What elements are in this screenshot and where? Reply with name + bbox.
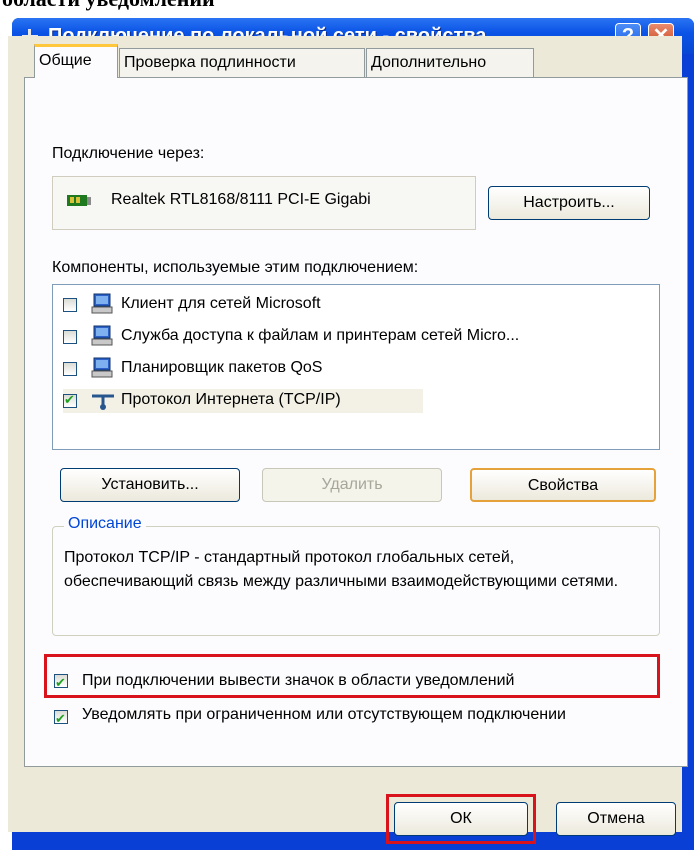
components-label: Компоненты, используемые этим подключени… [52,259,419,276]
network-service-icon [91,357,113,378]
properties-button[interactable]: Свойства [470,468,656,502]
tab-general[interactable]: Общие [34,44,118,78]
tab-authentication[interactable]: Проверка подлинности [119,48,365,78]
list-item-label: Планировщик пакетов QoS [121,359,323,376]
tab-advanced[interactable]: Дополнительно [366,48,534,78]
highlight-frame [44,654,660,698]
list-item-label: Служба доступа к файлам и принтерам сете… [121,327,520,344]
list-item-selected[interactable]: Протокол Интернета (TCP/IP) [63,389,423,413]
checkbox[interactable] [63,330,77,344]
adapter-field: Realtek RTL8168/8111 PCI-E Gigabi [52,176,476,230]
description-text: Протокол TCP/IP - стандартный протокол г… [64,549,619,590]
connect-via-label: Подключение через: [52,145,205,162]
checkbox[interactable] [63,298,77,312]
remove-button[interactable]: Удалить [262,468,442,502]
network-client-icon [91,293,113,314]
protocol-icon [92,394,114,410]
components-list[interactable]: Клиент для сетей Microsoft Служба доступ… [52,284,660,450]
network-adapter-icon [67,195,91,206]
notify-label: Уведомлять при ограниченном или отсутств… [82,706,566,723]
list-item-label: Клиент для сетей Microsoft [121,295,321,312]
checkbox[interactable] [63,392,77,408]
description-legend: Описание [64,515,146,533]
adapter-name: Realtek RTL8168/8111 PCI-E Gigabi [111,191,371,208]
configure-button[interactable]: Настроить... [488,186,650,220]
checkbox[interactable] [63,362,77,376]
cancel-button[interactable]: Отмена [556,802,676,836]
install-button[interactable]: Установить... [60,468,240,502]
list-item-label: Протокол Интернета (TCP/IP) [121,391,341,408]
caption-text: области уведомлений [2,0,215,12]
notify-checkbox[interactable] [54,708,68,730]
network-service-icon [91,325,113,346]
ok-highlight-frame [386,794,536,844]
